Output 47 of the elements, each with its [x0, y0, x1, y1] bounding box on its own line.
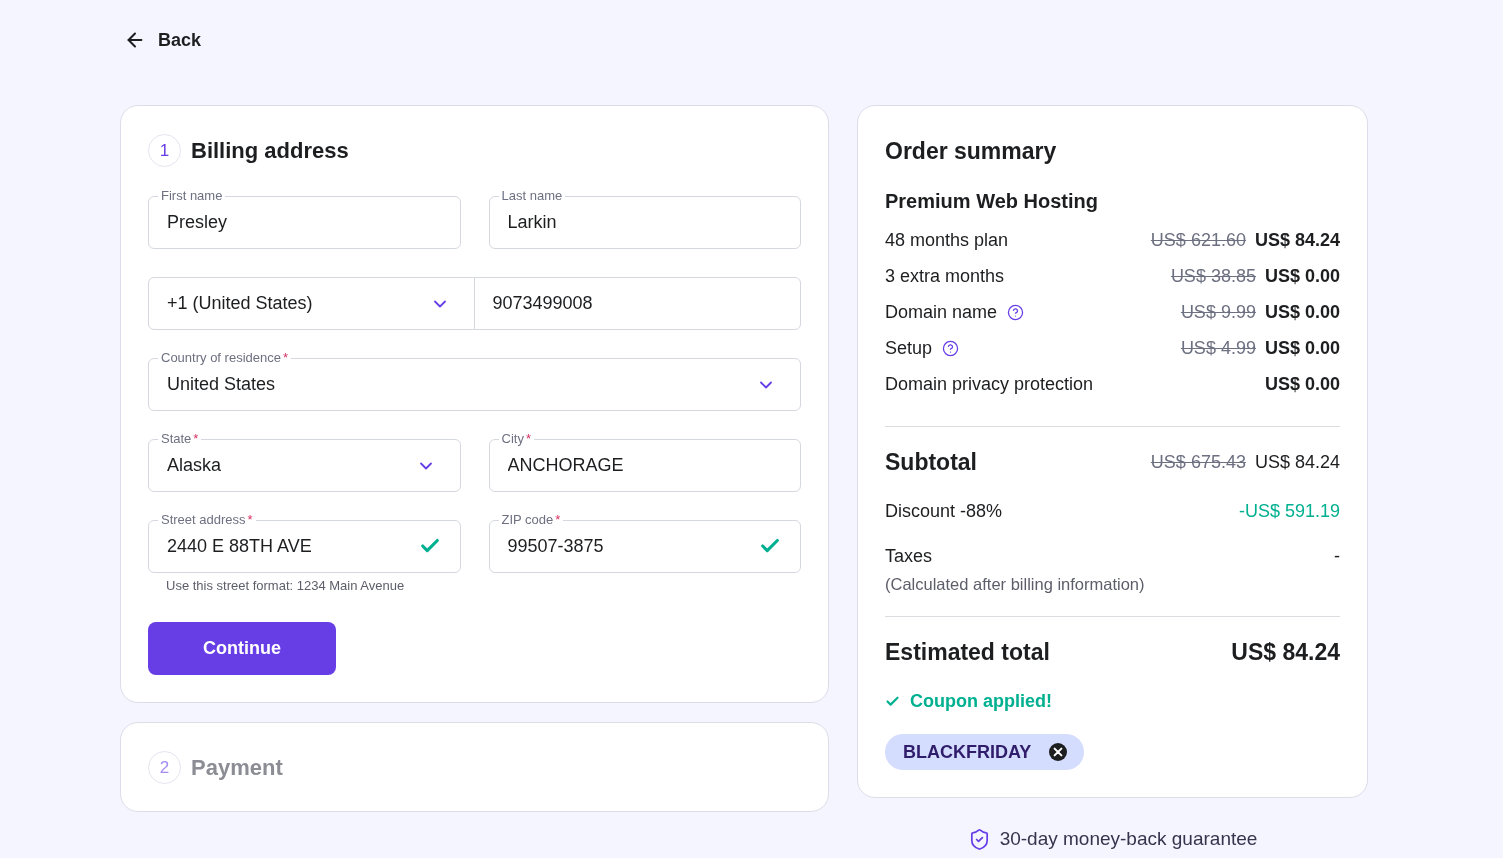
- discount-amount: -US$ 591.19: [1238, 500, 1340, 522]
- field-hint: Use this street format: 1234 Main Avenue: [165, 577, 406, 594]
- item-price: US$ 0.00: [1264, 301, 1340, 323]
- subtotal-label: Subtotal: [885, 448, 977, 476]
- product-name: Premium Web Hosting: [885, 189, 1099, 214]
- field-label: State*: [158, 431, 202, 446]
- item-label: 3 extra months: [885, 265, 1005, 287]
- item-price: US$ 84.24: [1254, 229, 1340, 251]
- field-label: Last name: [498, 188, 566, 203]
- select-field[interactable]: +1 (United States): [148, 277, 475, 330]
- item-price: US$ 0.00: [1264, 373, 1340, 395]
- item-price: US$ 0.00: [1264, 337, 1340, 359]
- item-label: Domain name: [885, 301, 998, 323]
- old-price: US$ 38.85: [1170, 265, 1256, 287]
- old-price: US$ 675.43: [1150, 451, 1246, 473]
- back-link[interactable]: Back: [124, 28, 202, 52]
- help-icon[interactable]: [1007, 303, 1025, 321]
- taxes-amount: -: [1334, 545, 1340, 567]
- discount-label: Discount -88%: [885, 500, 1003, 522]
- field-label: First name: [158, 188, 226, 203]
- step-title: Billing address: [191, 137, 349, 165]
- old-price: US$ 4.99: [1180, 337, 1256, 359]
- item-label: Domain privacy protection: [885, 373, 1094, 395]
- close-icon: [1049, 743, 1068, 761]
- continue-button[interactable]: Continue: [148, 622, 336, 675]
- total-label: Estimated total: [885, 638, 1050, 666]
- field-label: City*: [498, 431, 534, 446]
- field-label: Street address*: [158, 512, 256, 527]
- remove-coupon-button[interactable]: [1049, 743, 1068, 761]
- field-label: ZIP code*: [498, 512, 564, 527]
- text-field[interactable]: 9073499008: [473, 277, 801, 330]
- item-label: Setup: [885, 337, 933, 359]
- field-label: Country of residence*: [158, 350, 291, 365]
- item-label: 48 months plan: [885, 229, 1009, 251]
- guarantee-text: 30-day money-back guarantee: [999, 828, 1258, 850]
- taxes-note: (Calculated after billing information): [885, 574, 1146, 595]
- coupon-code: BLACKFRIDAY: [903, 741, 1032, 763]
- total-amount: US$ 84.24: [1231, 638, 1340, 666]
- help-icon[interactable]: [942, 339, 960, 357]
- summary-title: Order summary: [885, 137, 1058, 166]
- old-price: US$ 621.60: [1150, 229, 1246, 251]
- item-price: US$ 0.00: [1264, 265, 1340, 287]
- subtotal-price: US$ 84.24: [1254, 451, 1340, 473]
- coupon-status: Coupon applied!: [910, 690, 1052, 712]
- step-title: Payment: [191, 754, 283, 782]
- taxes-label: Taxes: [885, 545, 933, 567]
- old-price: US$ 9.99: [1180, 301, 1256, 323]
